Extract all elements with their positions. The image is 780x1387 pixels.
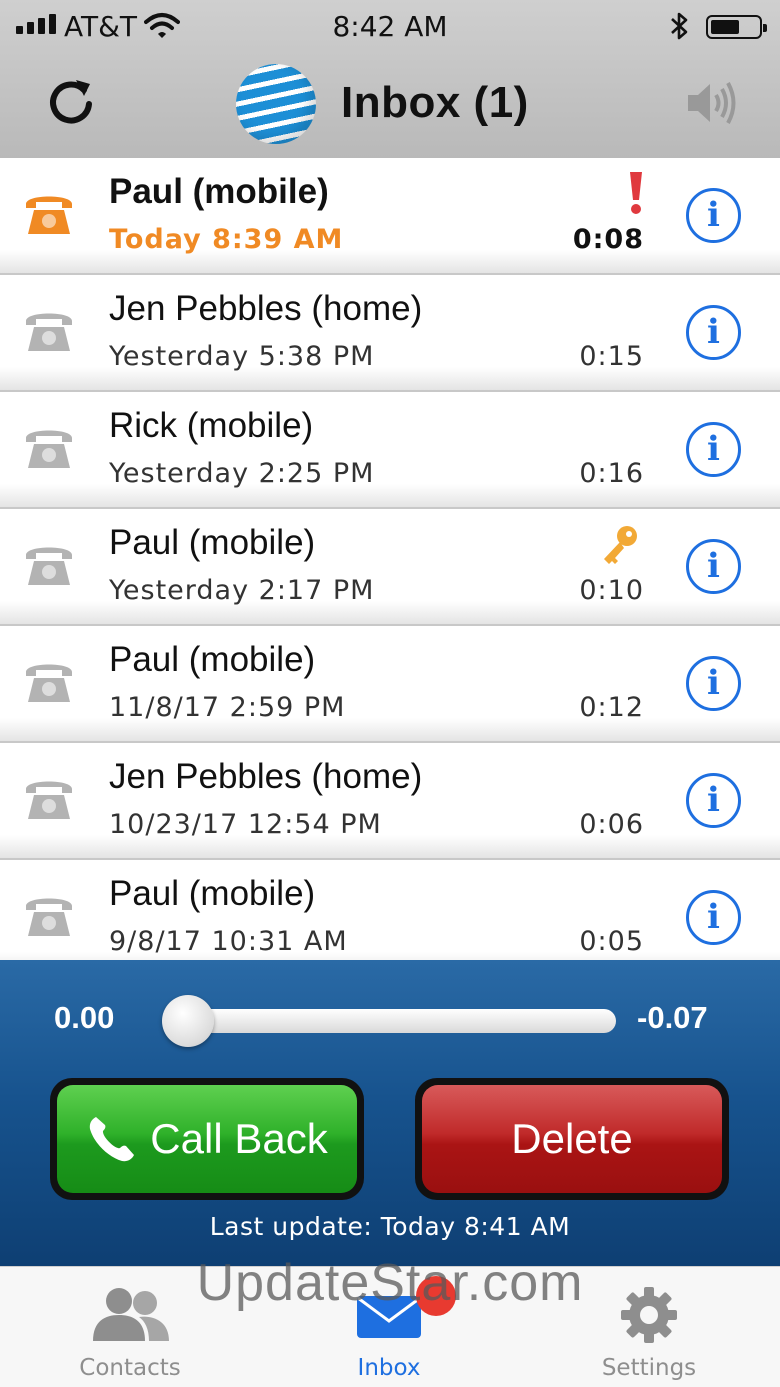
message-timestamp: Yesterday 2:17 PM (109, 575, 375, 606)
phone-icon (26, 781, 72, 819)
info-icon[interactable]: i (686, 773, 741, 828)
phone-icon (26, 430, 72, 468)
info-icon[interactable]: i (686, 539, 741, 594)
refresh-icon[interactable] (46, 76, 96, 126)
message-row[interactable]: Rick (mobile) Yesterday 2:25 PM 0:16 i (0, 392, 780, 509)
info-icon[interactable]: i (686, 305, 741, 360)
bluetooth-icon (671, 12, 688, 40)
speaker-icon[interactable] (684, 78, 740, 128)
message-duration: 0:12 (579, 692, 644, 723)
message-timestamp: 10/23/17 12:54 PM (109, 809, 382, 840)
message-timestamp: Today 8:39 AM (109, 224, 344, 255)
caller-name: Paul (mobile) (109, 172, 329, 211)
message-duration: 0:08 (572, 224, 644, 255)
caller-name: Paul (mobile) (109, 523, 316, 562)
battery-level (711, 20, 739, 34)
call-back-frame: Call Back (50, 1078, 364, 1200)
phone-icon (26, 196, 72, 234)
info-icon[interactable]: i (686, 890, 741, 945)
message-timestamp: Yesterday 5:38 PM (109, 341, 375, 372)
urgent-flag-icon (630, 172, 642, 214)
key-icon (604, 526, 637, 564)
battery-icon (706, 15, 767, 39)
watermark: UpdateStar.com (196, 1254, 584, 1312)
delete-button[interactable]: Delete (422, 1085, 722, 1193)
message-row[interactable]: Paul (mobile) Yesterday 2:17 PM 0:10 i (0, 509, 780, 626)
message-duration: 0:16 (579, 458, 644, 489)
delete-frame: Delete (415, 1078, 729, 1200)
last-update-text: Last update: Today 8:41 AM (209, 1212, 571, 1241)
message-row[interactable]: Paul (mobile) 9/8/17 10:31 AM 0:05 i (0, 860, 780, 960)
caller-name: Paul (mobile) (109, 640, 316, 679)
message-duration: 0:10 (579, 575, 644, 606)
phone-icon (26, 664, 72, 702)
message-row[interactable]: Paul (mobile) Today 8:39 AM 0:08 i (0, 158, 780, 275)
att-logo (236, 64, 316, 144)
page-title: Inbox (1) (341, 78, 529, 127)
message-timestamp: 11/8/17 2:59 PM (109, 692, 346, 723)
top-bar: AT&T 8:42 AM Inbox (1) (0, 0, 780, 158)
message-row[interactable]: Jen Pebbles (home) Yesterday 5:38 PM 0:15 i (0, 275, 780, 392)
caller-name: Paul (mobile) (109, 874, 316, 913)
phone-icon (26, 313, 72, 351)
elapsed-time: 0.00 (54, 1000, 115, 1035)
message-duration: 0:06 (579, 809, 644, 840)
message-row[interactable]: Jen Pebbles (home) 10/23/17 12:54 PM 0:06 i (0, 743, 780, 860)
info-icon[interactable]: i (686, 656, 741, 711)
info-icon[interactable]: i (686, 188, 741, 243)
message-row[interactable]: Paul (mobile) 11/8/17 2:59 PM 0:12 i (0, 626, 780, 743)
remaining-time: -0.07 (637, 1000, 708, 1035)
caller-name: Rick (mobile) (109, 406, 314, 445)
progress-track[interactable] (166, 1009, 616, 1033)
phone-icon (26, 898, 72, 936)
tab-inbox-label: Inbox (357, 1355, 421, 1381)
status-time: 8:42 AM (332, 10, 448, 43)
phone-handset-icon (90, 1117, 135, 1162)
info-icon[interactable]: i (686, 422, 741, 477)
caller-name: Jen Pebbles (home) (109, 757, 423, 796)
caller-name: Jen Pebbles (home) (109, 289, 423, 328)
delete-label: Delete (511, 1115, 633, 1162)
tab-settings-label: Settings (601, 1355, 697, 1381)
phone-icon (26, 547, 72, 585)
call-back-button[interactable]: Call Back (57, 1085, 357, 1193)
message-duration: 0:05 (579, 926, 644, 957)
status-bar: AT&T 8:42 AM (0, 0, 780, 54)
progress-thumb[interactable] (162, 995, 214, 1047)
tab-contacts-label: Contacts (79, 1355, 181, 1381)
call-back-label: Call Back (150, 1115, 328, 1162)
player-panel: 0.00 -0.07 Call Back Delete Last update:… (0, 960, 780, 1266)
message-list[interactable]: Paul (mobile) Today 8:39 AM 0:08 i Jen Pebbl… (0, 158, 780, 960)
message-timestamp: 9/8/17 10:31 AM (109, 926, 348, 957)
message-timestamp: Yesterday 2:25 PM (109, 458, 375, 489)
message-duration: 0:15 (579, 341, 644, 372)
